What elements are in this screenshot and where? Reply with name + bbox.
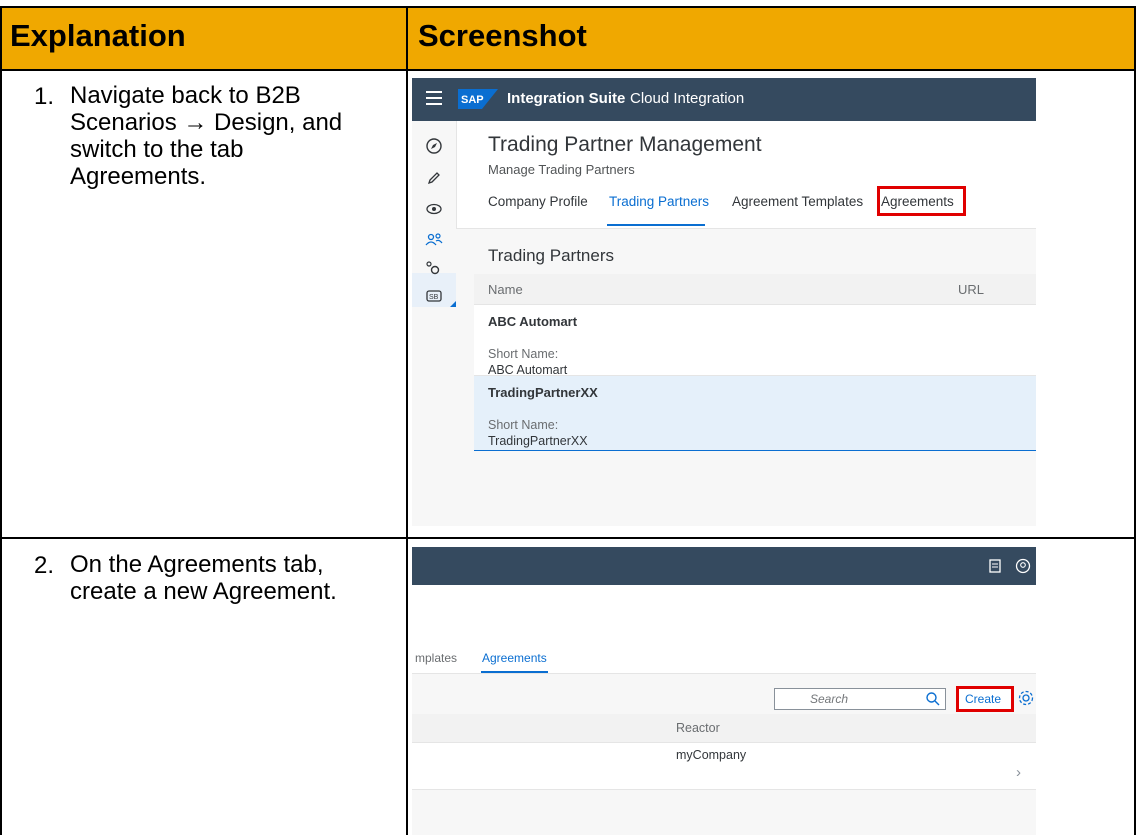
step-number: 2. — [34, 552, 55, 579]
short-name-value: TradingPartnerXX — [488, 434, 588, 448]
tab-agreement-templates[interactable]: Agreement Templates — [732, 194, 863, 209]
tab-agreements[interactable]: Agreements — [482, 651, 547, 665]
column-url: URL — [958, 282, 985, 297]
monitor-icon[interactable] — [424, 199, 444, 219]
svg-text:SAP: SAP — [461, 94, 484, 106]
user-icon[interactable] — [1014, 557, 1032, 575]
header-explanation-label: Explanation — [10, 18, 186, 53]
header-explanation: Explanation — [0, 7, 407, 69]
step-number: 1. — [34, 83, 55, 110]
create-button[interactable]: Create — [956, 686, 1014, 712]
column-reactor: Reactor — [676, 721, 720, 735]
shell-bar: SAP Integration Suite Cloud Integration — [412, 78, 1036, 121]
hamburger-menu-icon[interactable] — [426, 91, 442, 107]
design-icon[interactable] — [424, 168, 444, 188]
b2b-icon[interactable]: SB — [424, 286, 444, 306]
partners-icon[interactable] — [424, 230, 444, 250]
page-subtitle: Manage Trading Partners — [488, 162, 635, 177]
search-placeholder: Search — [810, 692, 849, 706]
selected-tab-underline — [607, 224, 705, 226]
table-row[interactable]: myCompany › — [412, 743, 1036, 790]
step-line: Scenarios → Design, and — [70, 109, 343, 136]
section-title: Trading Partners — [488, 246, 614, 265]
settings-icon[interactable] — [424, 259, 444, 279]
create-button-label: Create — [965, 692, 1002, 706]
step-line: create a new Agreement. — [70, 578, 337, 605]
header-screenshot-label: Screenshot — [418, 18, 587, 53]
tab-agreement-templates[interactable]: mplates — [415, 651, 457, 665]
table-border-header — [0, 69, 1136, 71]
short-name-value: ABC Automart — [488, 363, 568, 377]
table-row[interactable]: ABC Automart Short Name: ABC Automart — [474, 305, 1036, 377]
svg-text:SB: SB — [429, 294, 439, 301]
gear-icon[interactable] — [1017, 689, 1035, 707]
short-name-label: Short Name: — [488, 347, 559, 361]
screenshot-trading-partner-management: SAP Integration Suite Cloud Integration — [412, 78, 1036, 526]
short-name-label: Short Name: — [488, 418, 559, 432]
chevron-right-icon[interactable]: › — [1016, 764, 1021, 781]
product-subtitle: Cloud Integration — [630, 90, 745, 107]
tab-trading-partners[interactable]: Trading Partners — [609, 194, 709, 209]
table-border-top — [0, 6, 1136, 8]
document-page: Explanation Screenshot 1. Navigate back … — [0, 0, 1136, 835]
screenshot-agreements-tab: mplates Agreements Search Create Reactor… — [412, 547, 1036, 835]
partner-name: ABC Automart — [488, 314, 578, 329]
step-line: Navigate back to B2B — [70, 82, 301, 109]
table-header — [474, 274, 1036, 305]
table-row[interactable]: TradingPartnerXX Short Name: TradingPart… — [474, 376, 1036, 451]
header-screenshot: Screenshot — [408, 7, 1136, 69]
discover-icon[interactable] — [424, 136, 444, 156]
step-line: Agreements. — [70, 163, 207, 190]
sap-logo: SAP — [458, 89, 498, 109]
column-name: Name — [488, 282, 523, 297]
page-title: Trading Partner Management — [488, 133, 762, 156]
step-text: Navigate back to B2B Scenarios → Design,… — [70, 82, 342, 190]
notifications-icon[interactable] — [986, 557, 1004, 575]
tab-company-profile[interactable]: Company Profile — [488, 194, 588, 209]
shell-bar — [412, 547, 1036, 585]
step-line: On the Agreements tab, — [70, 551, 324, 578]
side-navigation: SB — [412, 121, 457, 526]
search-input[interactable]: Search — [774, 688, 946, 710]
table-header — [412, 714, 1036, 743]
step-text: On the Agreements tab, create a new Agre… — [70, 551, 337, 605]
reactor-value: myCompany — [676, 748, 747, 762]
table-border-middle — [406, 6, 408, 835]
table-border-left — [0, 6, 2, 835]
step-line: switch to the tab — [70, 136, 244, 163]
search-icon[interactable] — [925, 691, 941, 707]
partner-name: TradingPartnerXX — [488, 385, 598, 400]
table-border-row — [0, 537, 1136, 539]
product-name: Integration Suite — [507, 90, 626, 107]
highlight-box-agreements-tab — [877, 186, 966, 216]
